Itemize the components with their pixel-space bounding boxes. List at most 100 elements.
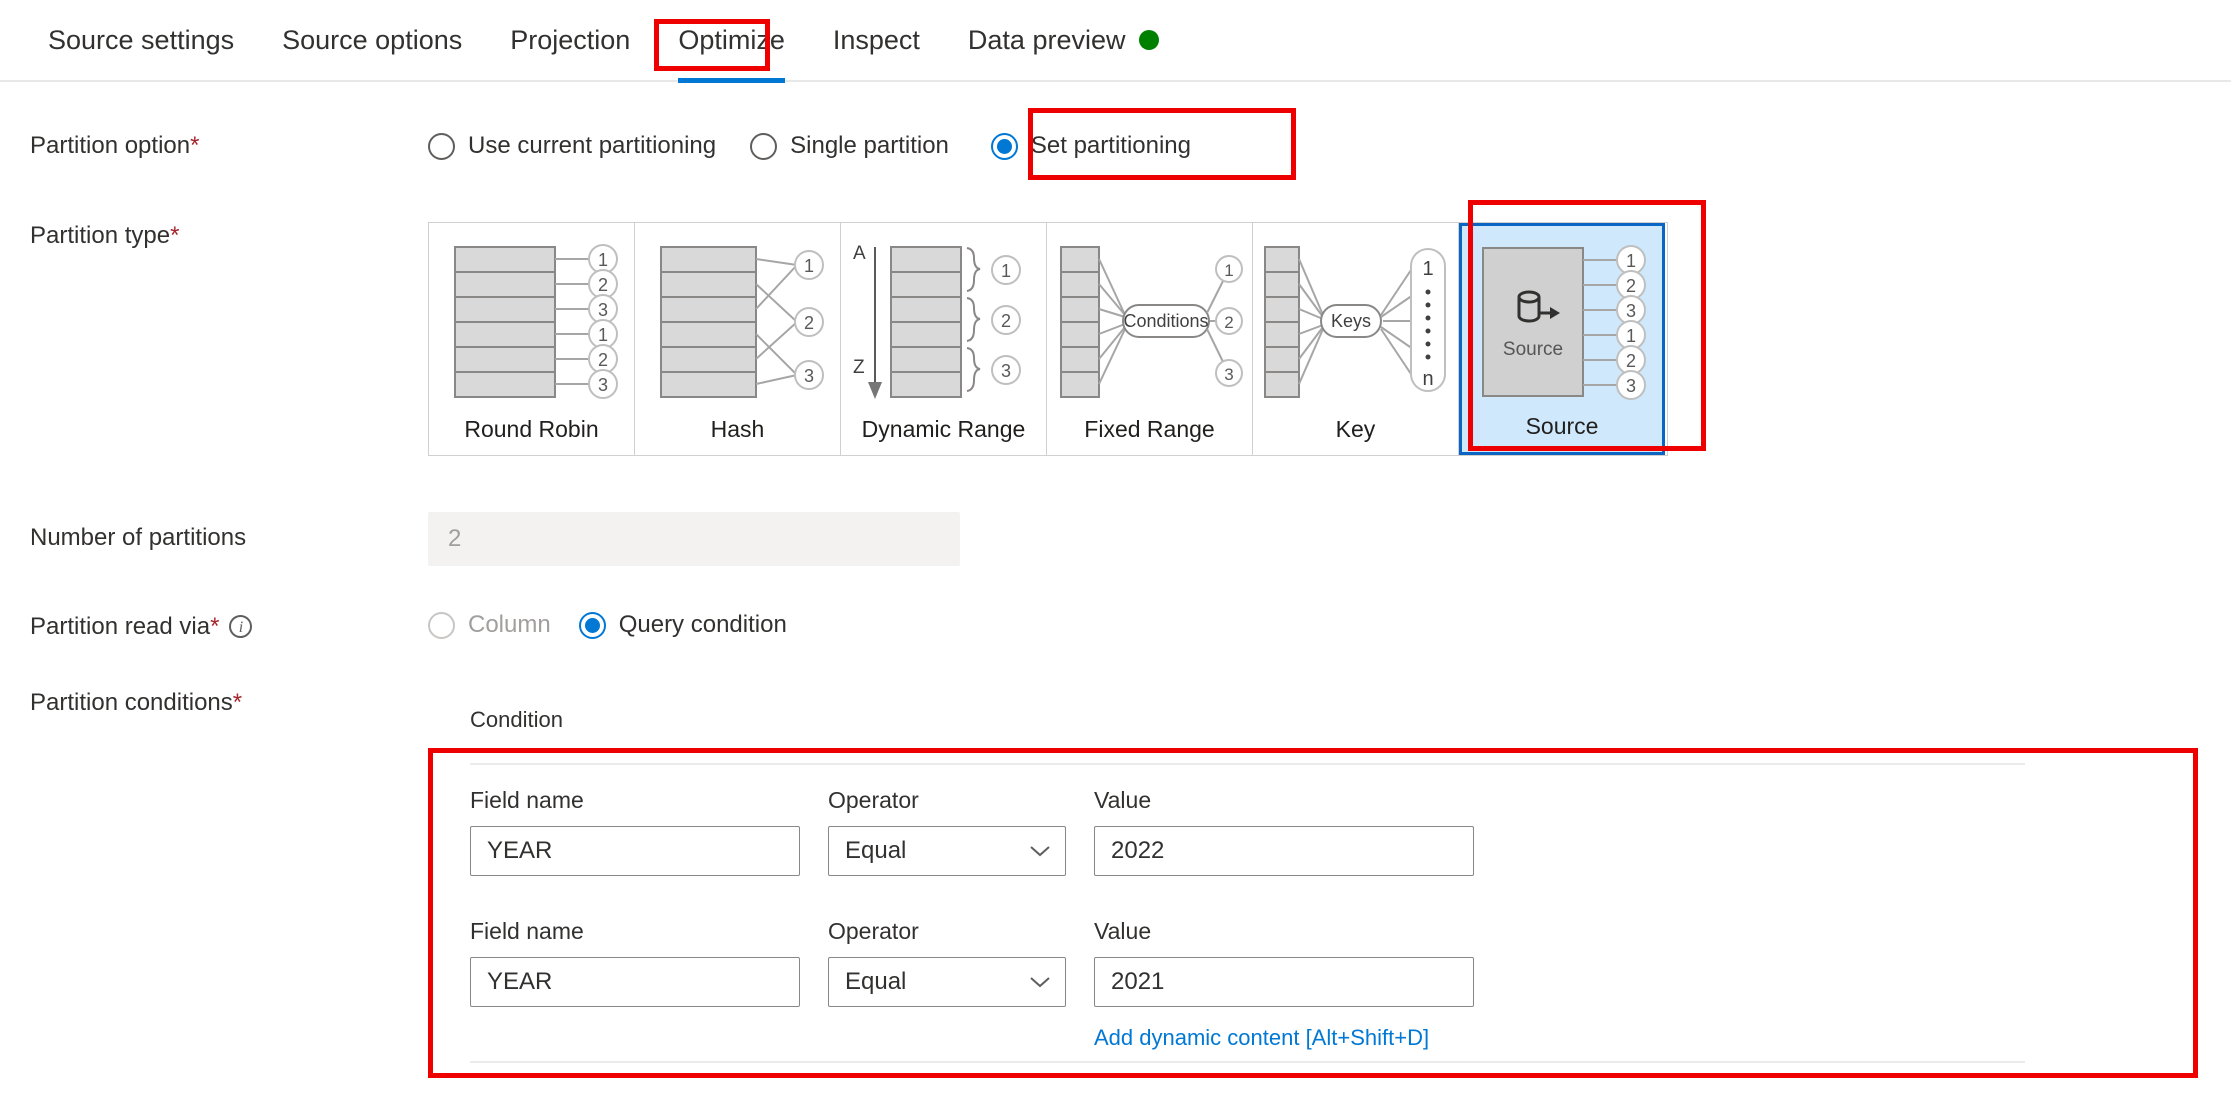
status-dot-icon [1139,29,1160,50]
operator-column: Operator Equal [828,787,1066,876]
value-column: Value 2022 [1094,787,1474,876]
operator-header: Operator [828,787,919,813]
tab-projection[interactable]: Projection [486,0,654,81]
key-svg: Keys 1 n [1263,246,1446,398]
tab-label: Source options [282,25,463,55]
svg-text:3: 3 [1626,376,1636,396]
tab-data-preview[interactable]: Data preview [944,0,1184,81]
radio-set-partitioning[interactable]: Set partitioning [990,132,1191,160]
source-svg: Source 12 31 23 [1482,244,1646,400]
tab-label: Source settings [48,25,235,55]
radio-circle-icon [428,132,455,160]
svg-text:1: 1 [1626,251,1636,271]
tab-source-options[interactable]: Source options [258,0,486,81]
label-text: Partition read via [30,613,211,640]
required-asterisk: * [232,689,243,716]
key-output-bottom: n [1422,368,1433,390]
partition-read-via-radio-group: Column Query condition [428,611,787,639]
condition-bottom-divider [470,1061,2025,1063]
partition-tile-dynamic-range[interactable]: A Z 1 2 3 Dynamic Range [841,223,1047,455]
source-diagram: Source 1 2 3 1 2 3 [1462,236,1662,413]
key-node-label: Keys [1330,311,1370,331]
svg-text:3: 3 [597,375,607,395]
field-name-input-1[interactable]: YEAR [470,826,800,876]
radio-label: Use current partitioning [468,132,717,159]
partition-tile-hash[interactable]: 1 2 3 Hash [635,223,841,455]
svg-text:1: 1 [1626,326,1636,346]
condition-row-2: Field name YEAR Operator Equal Value 202… [428,886,2188,1061]
svg-text:1: 1 [597,325,607,345]
svg-text:3: 3 [1626,301,1636,321]
field-name-header: Field name [470,918,584,944]
partition-tile-label: Hash [710,416,765,442]
radio-single-partition[interactable]: Single partition [750,132,949,160]
value-input-2[interactable]: 2021 [1094,957,1474,1007]
label-text: Number of partitions [30,524,247,551]
label-text: Partition type [30,222,171,249]
radio-circle-icon [990,132,1018,160]
partition-tile-source[interactable]: Source 1 2 3 1 2 3 Source [1459,223,1665,455]
tab-bar: Source settings Source options Projectio… [0,0,2231,83]
partition-read-via-row: Partition read via* i Column Query condit… [0,611,2231,641]
operator-select-1[interactable]: Equal [828,826,1066,876]
partition-tile-label: Dynamic Range [861,416,1026,442]
svg-text:2: 2 [1626,351,1636,371]
partition-tile-label: Fixed Range [1084,416,1215,442]
svg-text:2: 2 [597,350,607,370]
field-name-input-2[interactable]: YEAR [470,957,800,1007]
svg-text:2: 2 [1224,313,1233,332]
svg-text:2: 2 [1626,276,1636,296]
svg-text:3: 3 [803,366,813,386]
tab-source-settings[interactable]: Source settings [24,0,258,81]
source-node-label: Source [1503,339,1563,360]
field-name-column: Field name YEAR [470,918,800,1007]
radio-query-condition[interactable]: Query condition [578,611,787,639]
info-icon[interactable]: i [229,615,253,638]
svg-text:1: 1 [597,250,607,270]
field-name-header: Field name [470,787,584,813]
input-value: YEAR [487,968,553,995]
radio-label: Query condition [618,611,787,638]
operator-header: Operator [828,918,919,944]
svg-text:2: 2 [1000,311,1010,331]
required-asterisk: * [210,613,220,640]
dynamic-range-svg: A Z 123 [853,243,1021,399]
radio-column[interactable]: Column [428,611,551,639]
radio-label: Single partition [790,132,949,159]
partition-tile-fixed-range[interactable]: Conditions 123 Fixed Range [1047,223,1253,455]
add-dynamic-content-link[interactable]: Add dynamic content [Alt+Shift+D] [1094,1025,1474,1051]
number-of-partitions-row: Number of partitions 2 [0,512,2231,566]
radio-circle-icon [578,611,606,639]
tab-inspect[interactable]: Inspect [809,0,944,81]
tab-label: Optimize [678,25,785,55]
round-robin-diagram: 1 2 3 1 2 3 [429,233,634,416]
number-of-partitions-input[interactable]: 2 [428,512,960,566]
input-value: 2 [448,525,462,552]
hash-diagram: 1 2 3 [635,233,840,416]
required-asterisk: * [190,132,200,159]
fixed-range-node-label: Conditions [1123,311,1208,331]
radio-use-current-partitioning[interactable]: Use current partitioning [428,132,716,160]
svg-text:1: 1 [1000,261,1010,281]
partition-read-via-label: Partition read via* i [0,611,428,641]
optimize-form: Partition option* Use current partitioni… [0,132,2231,1063]
radio-circle-icon [750,132,778,160]
partition-option-radio-group: Use current partitioning Single partitio… [428,132,1191,160]
partition-tile-round-robin[interactable]: 1 2 3 1 2 3 Round Robin [429,223,635,455]
radio-label: Column [468,611,551,638]
value-input-1[interactable]: 2022 [1094,826,1474,876]
operator-select-2[interactable]: Equal [828,957,1066,1007]
partition-tile-key[interactable]: Keys 1 n Key [1253,223,1459,455]
select-value: Equal [845,968,907,995]
condition-section-header: Condition [470,707,563,732]
partition-option-row: Partition option* Use current partitioni… [0,132,2231,160]
value-header: Value [1094,787,1152,813]
input-value: 2022 [1111,837,1165,864]
partition-option-label: Partition option* [0,132,428,160]
input-value: YEAR [487,837,553,864]
tab-optimize[interactable]: Optimize [654,0,809,83]
partition-conditions-block: Condition Field name YEAR Operator Equal [428,689,2188,1063]
axis-bottom-label: Z [853,357,865,378]
partition-tile-label: Source [1525,413,1599,439]
radio-circle-icon [428,611,455,639]
